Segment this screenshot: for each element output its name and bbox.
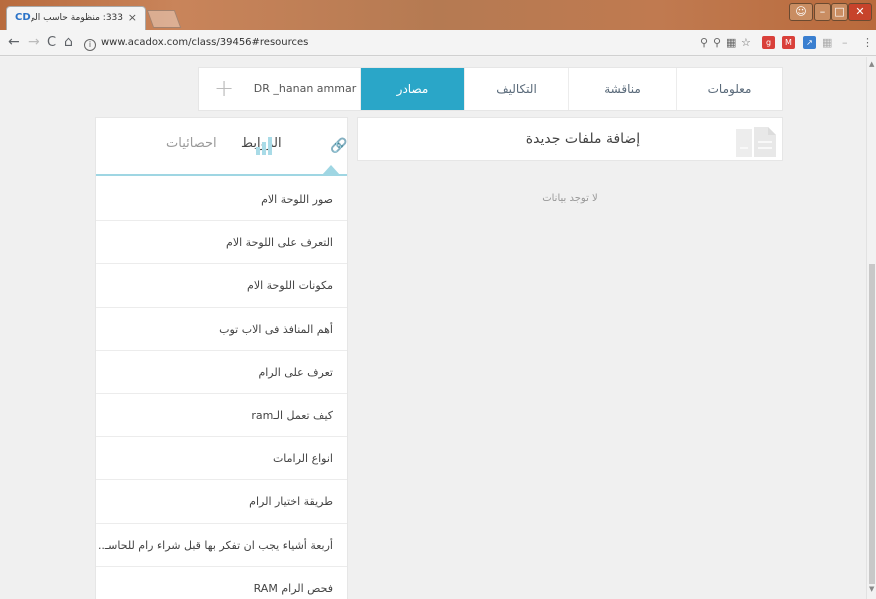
add-files-title: إضافة ملفات جديدة xyxy=(525,131,641,147)
link-icon: 🔗 xyxy=(330,138,348,154)
stats-icon xyxy=(256,136,274,155)
user-name[interactable]: DR _hanan ammar xyxy=(251,68,359,110)
scroll-down-icon[interactable]: ▼ xyxy=(869,585,874,593)
list-item[interactable]: انواع الرامات xyxy=(96,437,347,481)
browser-toolbar: ← → C ⌂ i www.acadox.com/class/39456#reso… xyxy=(0,30,876,56)
bookmark-star-icon[interactable]: ☆ xyxy=(741,36,751,49)
add-files-header[interactable]: إضافة ملفات جديدة xyxy=(357,117,783,161)
list-item[interactable]: أربعة أشياء يجب ان تفكر بها قبل شراء رام… xyxy=(96,524,347,567)
reload-icon[interactable]: C xyxy=(47,35,56,50)
tab-close-icon[interactable]: × xyxy=(128,11,137,24)
site-info-icon[interactable]: i xyxy=(84,39,96,51)
browser-tab[interactable]: CD 333: منظومة حاسب الي nmar × xyxy=(6,6,146,30)
tab-assignments[interactable]: التكاليف xyxy=(464,68,568,110)
new-tab-button[interactable] xyxy=(146,10,182,28)
active-tab-pointer xyxy=(322,165,340,175)
class-nav: + DR _hanan ammar مصادر التكاليف مناقشة … xyxy=(198,67,783,111)
extension-red-icon[interactable]: g xyxy=(762,36,775,49)
tab-favicon: CD xyxy=(15,12,31,23)
scrollbar-thumb[interactable] xyxy=(869,264,875,584)
window-titlebar: CD 333: منظومة حاسب الي nmar × ☺ – □ ✕ xyxy=(0,0,876,30)
list-item[interactable]: صور اللوحة الام xyxy=(96,178,347,222)
maximize-button[interactable]: □ xyxy=(831,3,848,21)
translate-icon[interactable]: ▦ xyxy=(726,36,736,49)
zoom-icon[interactable]: ⚲ xyxy=(700,36,708,49)
list-item[interactable]: طريقة اختيار الرام xyxy=(96,480,347,524)
minimize-button[interactable]: – xyxy=(814,3,831,21)
gmail-extension-icon[interactable]: M xyxy=(782,36,795,49)
profile-button[interactable]: ☺ xyxy=(789,3,813,21)
tab-title: 333: منظومة حاسب الي nmar xyxy=(31,13,123,23)
documents-icon xyxy=(736,127,776,157)
menu-icon[interactable]: ⋮ xyxy=(862,36,873,49)
list-item[interactable]: فحص الرام RAM xyxy=(96,567,347,599)
extension-blue-icon[interactable]: ↗ xyxy=(803,36,816,49)
url-text: www.acadox.com/class/39456#resources xyxy=(101,37,309,48)
tab-statistics[interactable]: احصائيات xyxy=(166,136,217,151)
tab-discussion[interactable]: مناقشة xyxy=(568,68,676,110)
address-bar[interactable]: i www.acadox.com/class/39456#resources xyxy=(84,34,694,52)
list-item[interactable]: أهم المنافذ فى الاب توب xyxy=(96,308,347,351)
page-content: + DR _hanan ammar مصادر التكاليف مناقشة … xyxy=(0,57,866,599)
page-scrollbar[interactable]: ▲ ▼ xyxy=(866,57,876,599)
close-window-button[interactable]: ✕ xyxy=(848,3,872,21)
links-list: صور اللوحة الام التعرف على اللوحة الام م… xyxy=(96,178,347,599)
pin-icon[interactable]: ⚲ xyxy=(713,36,721,49)
empty-state-text: لا توجد بيانات xyxy=(542,193,598,204)
tab-info[interactable]: معلومات xyxy=(676,68,782,110)
scroll-up-icon[interactable]: ▲ xyxy=(869,60,874,68)
forward-icon[interactable]: → xyxy=(28,34,40,50)
home-icon[interactable]: ⌂ xyxy=(64,34,73,50)
list-item[interactable]: التعرف على اللوحة الام xyxy=(96,221,347,265)
list-item[interactable]: كيف تعمل الـram xyxy=(96,394,347,438)
extension-dash-icon[interactable]: – xyxy=(842,36,848,49)
tab-resources[interactable]: مصادر xyxy=(360,68,464,110)
back-icon[interactable]: ← xyxy=(8,34,20,50)
list-item[interactable]: مكونات اللوحة الام xyxy=(96,264,347,308)
list-item[interactable]: تعرف على الرام xyxy=(96,351,347,394)
sidebar-tabs: 🔗 الروابط احصائيات xyxy=(96,118,347,176)
extension-grey-icon[interactable]: ▦ xyxy=(822,36,832,49)
links-sidebar: 🔗 الروابط احصائيات صور اللوحة الام التعر… xyxy=(95,117,348,599)
add-icon[interactable]: + xyxy=(199,68,249,110)
